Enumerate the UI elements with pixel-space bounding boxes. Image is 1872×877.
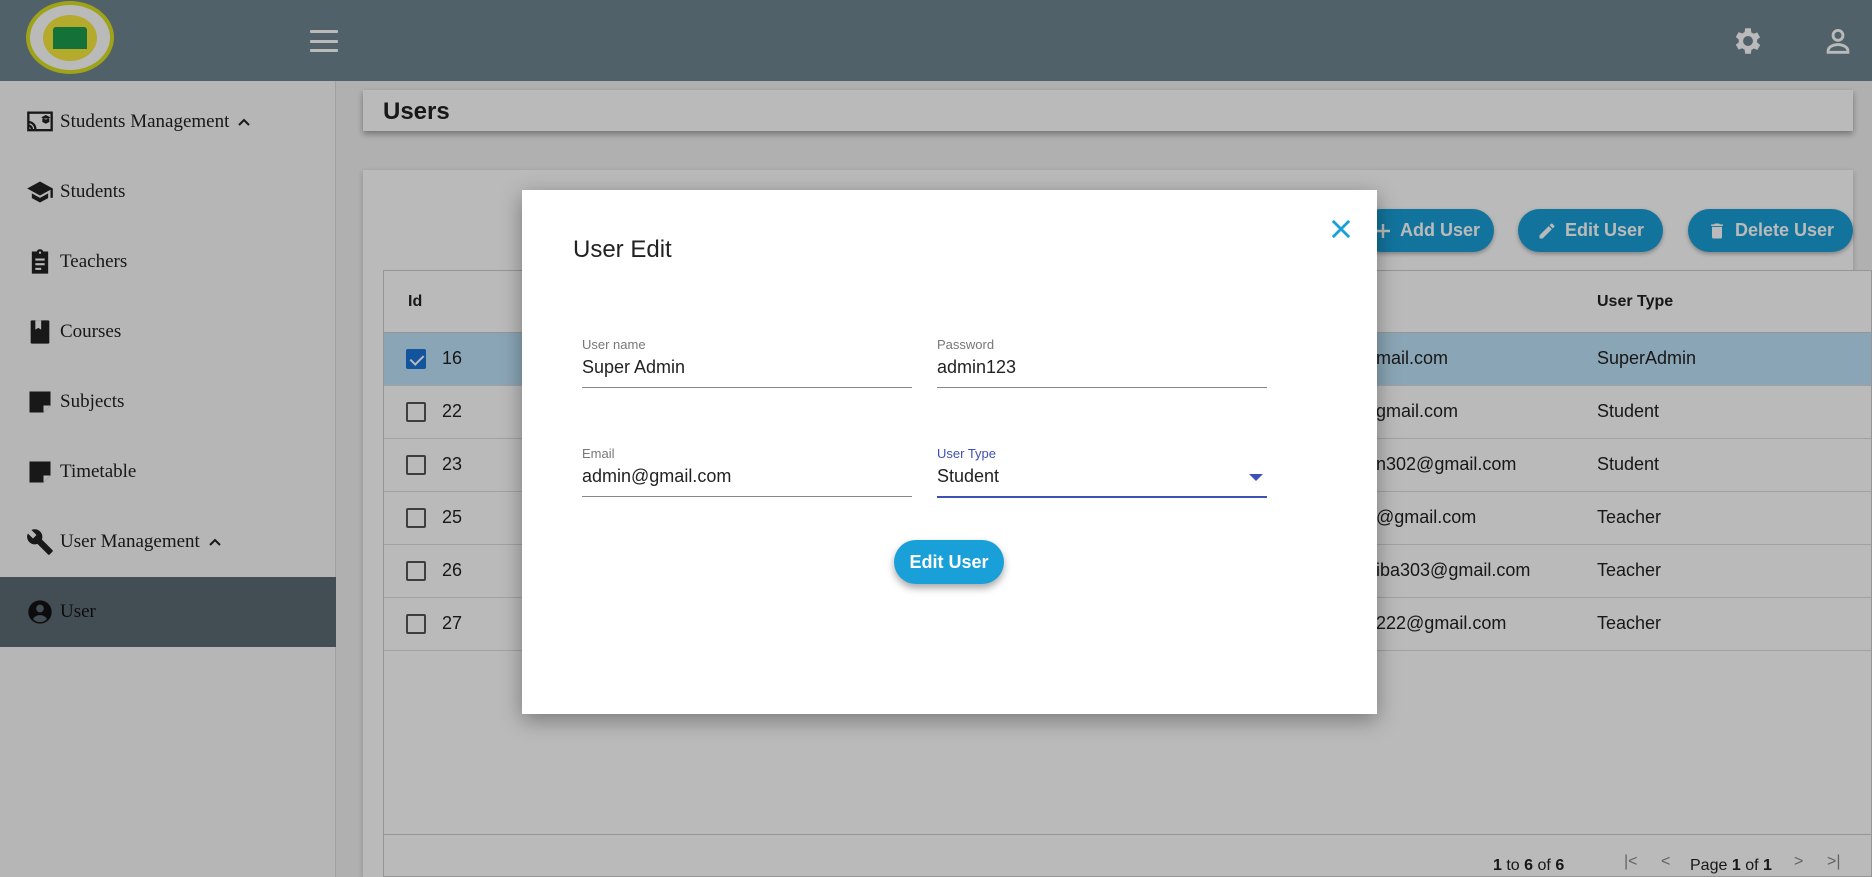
- password-label: Password: [937, 337, 995, 352]
- field-underline: [937, 387, 1267, 388]
- password-input[interactable]: [937, 357, 1267, 378]
- username-label: User name: [582, 337, 646, 352]
- dialog-title: User Edit: [573, 236, 672, 263]
- username-field[interactable]: User name: [582, 337, 912, 393]
- user-type-label: User Type: [937, 446, 997, 461]
- field-underline: [582, 387, 912, 388]
- username-input[interactable]: [582, 357, 912, 378]
- edit-user-submit-button[interactable]: Edit User: [894, 540, 1004, 584]
- email-label: Email: [582, 446, 615, 461]
- email-input[interactable]: [582, 466, 912, 487]
- user-type-value[interactable]: Student: [937, 466, 1267, 487]
- close-icon[interactable]: [1327, 215, 1355, 243]
- email-field[interactable]: Email: [582, 446, 912, 502]
- dropdown-arrow-icon[interactable]: [1249, 474, 1263, 481]
- password-field[interactable]: Password: [937, 337, 1267, 393]
- field-underline: [582, 496, 912, 497]
- field-underline: [937, 496, 1267, 498]
- user-type-select[interactable]: User Type Student: [937, 446, 1267, 502]
- user-edit-dialog: User Edit User name Password Email User …: [522, 190, 1377, 714]
